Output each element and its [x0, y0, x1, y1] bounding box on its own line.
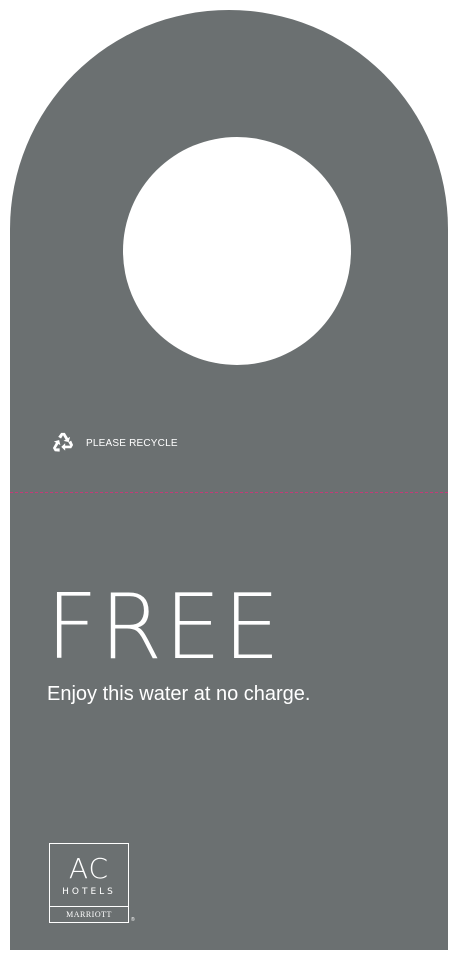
headline: FREE [46, 575, 283, 680]
logo-marriott-text: MARRIOTT [66, 910, 112, 919]
logo-hotels-text: HOTELS [62, 887, 116, 897]
logo-ac-text: AC [68, 852, 110, 885]
tagline: Enjoy this water at no charge. [47, 683, 311, 705]
recycle-notice: PLEASE RECYCLE [50, 430, 178, 456]
door-hanger-tag: PLEASE RECYCLE FREE Enjoy this water at … [10, 10, 448, 950]
recycle-icon [52, 432, 74, 452]
ac-hotels-logo: AC HOTELS MARRIOTT [49, 843, 129, 923]
registered-mark: ® [131, 917, 135, 923]
perforation-line [10, 492, 448, 493]
hanger-hole [123, 137, 351, 365]
recycle-label: PLEASE RECYCLE [86, 437, 178, 449]
logo-divider [50, 906, 128, 907]
